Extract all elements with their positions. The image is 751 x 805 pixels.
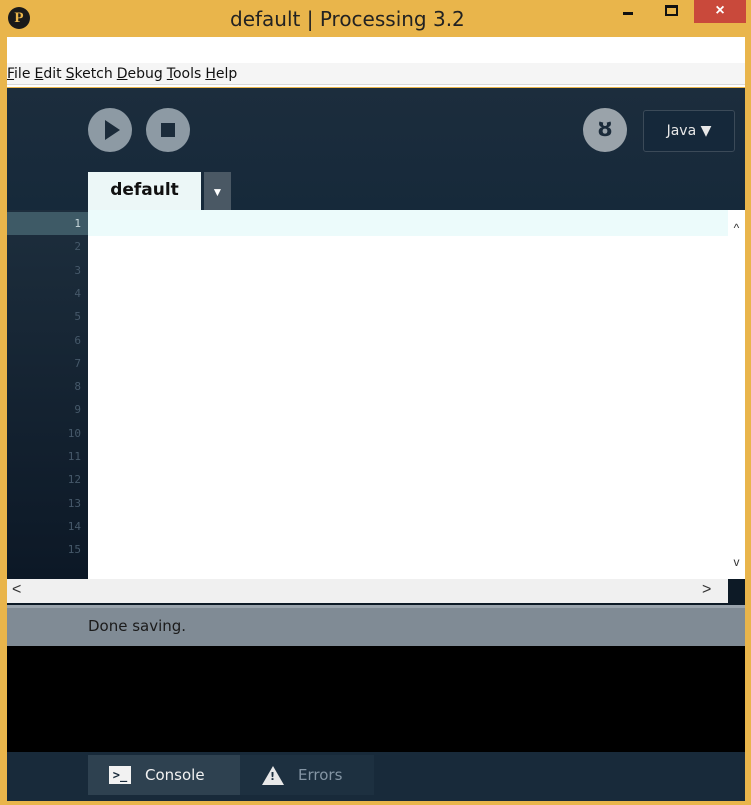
tab-errors[interactable]: ! Errors	[240, 755, 374, 795]
mode-selector[interactable]: Java ▼	[643, 110, 735, 152]
title-bar[interactable]: P default | Processing 3.2 ×	[0, 0, 751, 37]
line-number: 1	[7, 212, 88, 235]
editor-panel: ȣ Java ▼ default ▼ 1 2 3 4 5 6 7 8 9 10 11 12 13 14 15…	[7, 88, 745, 801]
line-number: 15	[67, 543, 81, 557]
menu-help[interactable]: Help	[205, 66, 241, 82]
debug-button[interactable]: ȣ	[583, 108, 627, 152]
console-tab-label: Console	[145, 766, 205, 784]
line-number: 4	[74, 286, 81, 300]
chevron-down-icon: ▼	[211, 185, 224, 199]
scroll-up-icon[interactable]: ^	[728, 221, 745, 235]
tab-console[interactable]: >_ Console	[88, 755, 240, 795]
vertical-scrollbar[interactable]: ^ v	[728, 210, 745, 579]
run-button[interactable]	[88, 108, 132, 152]
maximize-icon	[665, 5, 678, 16]
line-number: 9	[74, 403, 81, 417]
scroll-down-icon[interactable]: v	[728, 555, 745, 569]
line-number: 10	[67, 426, 81, 440]
console-output[interactable]	[7, 646, 745, 752]
scrollbar-corner	[728, 579, 745, 603]
maximize-button[interactable]	[651, 0, 693, 24]
current-line-highlight	[88, 210, 728, 236]
menu-row: File Edit Sketch Debug Tools Help	[7, 63, 745, 85]
line-number: 5	[74, 310, 81, 324]
menu-debug[interactable]: Debug	[117, 66, 167, 82]
horizontal-scrollbar[interactable]: < >	[7, 579, 728, 603]
line-number: 14	[67, 519, 81, 533]
stop-button[interactable]	[146, 108, 190, 152]
line-number: 12	[67, 473, 81, 487]
status-bar: Done saving.	[7, 605, 745, 646]
scroll-left-icon[interactable]: <	[12, 581, 21, 599]
scroll-right-icon[interactable]: >	[702, 581, 711, 599]
line-number: 11	[67, 450, 81, 463]
menu-tools[interactable]: Tools	[167, 66, 206, 82]
line-number-gutter: 1 2 3 4 5 6 7 8 9 10 11 12 13 14 15	[7, 210, 88, 579]
line-number: 13	[67, 496, 81, 510]
line-number: 6	[74, 333, 81, 347]
line-number: 8	[74, 380, 81, 394]
status-message: Done saving.	[88, 617, 187, 635]
bottom-tab-bar: >_ Console ! Errors	[7, 752, 745, 801]
debugger-icon: ȣ	[597, 117, 613, 142]
menu-edit[interactable]: Edit	[34, 66, 65, 82]
warning-icon: !	[262, 765, 284, 785]
errors-tab-label: Errors	[298, 766, 343, 784]
line-number: 7	[74, 356, 81, 370]
console-icon: >_	[109, 766, 131, 784]
window-title: default | Processing 3.2	[230, 7, 465, 31]
toolbar: ȣ Java ▼ default ▼	[7, 88, 745, 210]
close-icon: ×	[715, 2, 725, 19]
menu-file[interactable]: File	[7, 66, 34, 82]
tab-menu-button[interactable]: ▼	[204, 172, 231, 210]
processing-window: P default | Processing 3.2 × File Edit S…	[0, 0, 751, 805]
close-button[interactable]: ×	[694, 0, 746, 23]
line-number: 3	[74, 263, 81, 277]
menu-bar: File Edit Sketch Debug Tools Help	[7, 37, 745, 87]
minimize-button[interactable]	[606, 0, 650, 24]
stop-icon	[161, 123, 175, 137]
tab-label: default	[110, 180, 179, 200]
processing-app-icon[interactable]: P	[8, 7, 30, 29]
minimize-icon	[623, 12, 633, 15]
tab-default[interactable]: default	[88, 172, 201, 210]
play-icon	[105, 120, 120, 140]
code-editor[interactable]	[88, 210, 728, 579]
line-number: 2	[74, 240, 81, 254]
menu-sketch[interactable]: Sketch	[66, 66, 117, 82]
